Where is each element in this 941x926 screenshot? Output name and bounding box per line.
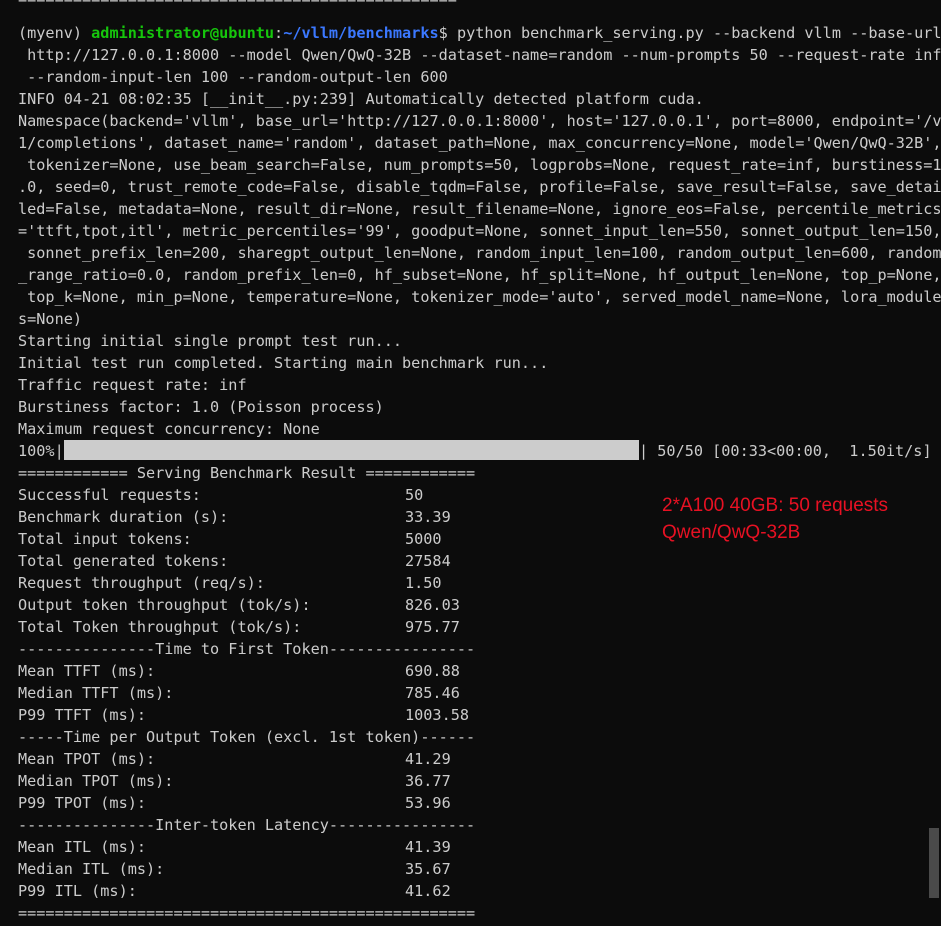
progress-percent: 100%| xyxy=(18,442,64,460)
progress-bar-fill xyxy=(64,440,639,460)
ttft-header: ---------------Time to First Token------… xyxy=(18,640,476,658)
metric-value: 975.77 xyxy=(405,618,460,636)
namespace-line: _range_ratio=0.0, random_prefix_len=0, h… xyxy=(18,266,941,284)
command-text-1: python benchmark_serving.py --backend vl… xyxy=(456,24,941,42)
metric-label: Median ITL (ms): xyxy=(18,860,165,878)
metric-row: Total generated tokens: 27584 xyxy=(18,550,451,572)
metric-row: Median TPOT (ms): 36.77 xyxy=(18,770,451,792)
itl-header: ---------------Inter-token Latency------… xyxy=(18,816,476,834)
metric-row: Mean TPOT (ms): 41.29 xyxy=(18,748,451,770)
metric-value: 41.29 xyxy=(405,750,451,768)
metric-label: Median TPOT (ms): xyxy=(18,772,174,790)
namespace-line: s=None) xyxy=(18,310,83,328)
metric-label: Total input tokens: xyxy=(18,530,192,548)
metric-value: 690.88 xyxy=(405,662,460,680)
metric-row: Total input tokens: 5000 xyxy=(18,528,442,550)
metric-row: Output token throughput (tok/s): 826.03 xyxy=(18,594,460,616)
metric-label: Successful requests: xyxy=(18,486,201,504)
metric-label: Median TTFT (ms): xyxy=(18,684,174,702)
metric-row: P99 TTFT (ms): 1003.58 xyxy=(18,704,469,726)
namespace-line: tokenizer=None, use_beam_search=False, n… xyxy=(18,156,941,174)
metric-value: 33.39 xyxy=(405,508,451,526)
metric-row: Mean ITL (ms): 41.39 xyxy=(18,836,451,858)
prompt-path: ~/vllm/benchmarks xyxy=(283,24,439,42)
metric-value: 1003.58 xyxy=(405,706,470,724)
metric-value: 1.50 xyxy=(405,574,442,592)
metric-label: Mean ITL (ms): xyxy=(18,838,147,856)
metric-value: 35.67 xyxy=(405,860,451,878)
metric-row: Mean TTFT (ms): 690.88 xyxy=(18,660,460,682)
namespace-line: 1/completions', dataset_name='random', d… xyxy=(18,134,941,152)
prompt-user-host: administrator@ubuntu xyxy=(91,24,275,42)
metric-label: Total Token throughput (tok/s): xyxy=(18,618,302,636)
metric-value: 50 xyxy=(405,486,424,504)
scrollbar-thumb[interactable] xyxy=(929,828,939,898)
metric-row: Median TTFT (ms): 785.46 xyxy=(18,682,460,704)
metric-label: P99 TPOT (ms): xyxy=(18,794,147,812)
annotation-model: Qwen/QwQ-32B xyxy=(662,522,801,543)
metric-row: P99 TPOT (ms): 53.96 xyxy=(18,792,451,814)
metric-label: P99 ITL (ms): xyxy=(18,882,137,900)
annotation-hardware: 2*A100 40GB: 50 requests xyxy=(662,495,889,516)
metric-value: 41.39 xyxy=(405,838,451,856)
metric-value: 53.96 xyxy=(405,794,451,812)
status-line: Maximum request concurrency: None xyxy=(18,420,320,438)
status-line: Starting initial single prompt test run.… xyxy=(18,332,403,350)
metric-label: Request throughput (req/s): xyxy=(18,574,265,592)
metric-label: Benchmark duration (s): xyxy=(18,508,229,526)
command-text-2: http://127.0.0.1:8000 --model Qwen/QwQ-3… xyxy=(18,46,941,64)
prompt-dollar: $ xyxy=(438,24,457,42)
status-line: Initial test run completed. Starting mai… xyxy=(18,354,549,372)
metric-label: Mean TTFT (ms): xyxy=(18,662,156,680)
namespace-line: top_k=None, min_p=None, temperature=None… xyxy=(18,288,941,306)
metric-row: Benchmark duration (s): 33.39 xyxy=(18,506,451,528)
metric-row: Median ITL (ms): 35.67 xyxy=(18,858,451,880)
namespace-line: led=False, metadata=None, result_dir=Non… xyxy=(18,200,941,218)
metric-value: 41.62 xyxy=(405,882,451,900)
metric-row: Total Token throughput (tok/s): 975.77 xyxy=(18,616,460,638)
metric-row: Request throughput (req/s): 1.50 xyxy=(18,572,442,594)
status-line: Traffic request rate: inf xyxy=(18,376,247,394)
status-line: Burstiness factor: 1.0 (Poisson process) xyxy=(18,398,384,416)
progress-suffix: | 50/50 [00:33<00:00, 1.50it/s] xyxy=(639,442,932,460)
namespace-line: ='ttft,tpot,itl', metric_percentiles='99… xyxy=(18,222,941,240)
info-line: INFO 04-21 08:02:35 [__init__.py:239] Au… xyxy=(18,90,704,108)
metric-label: P99 TTFT (ms): xyxy=(18,706,147,724)
metric-row: Successful requests: 50 xyxy=(18,484,423,506)
command-prompt-line: (myenv) administrator@ubuntu:~/vllm/benc… xyxy=(18,22,941,44)
command-text-3: --random-input-len 100 --random-output-l… xyxy=(18,68,448,86)
top-rule: ========================================… xyxy=(18,0,457,10)
metric-value: 785.46 xyxy=(405,684,460,702)
prompt-env: (myenv) xyxy=(18,24,92,42)
metric-label: Total generated tokens: xyxy=(18,552,229,570)
metric-value: 5000 xyxy=(405,530,442,548)
result-header: ============ Serving Benchmark Result ==… xyxy=(18,464,476,482)
namespace-line: .0, seed=0, trust_remote_code=False, dis… xyxy=(18,178,941,196)
tpot-header: -----Time per Output Token (excl. 1st to… xyxy=(18,728,476,746)
metric-value: 36.77 xyxy=(405,772,451,790)
metric-value: 27584 xyxy=(405,552,451,570)
namespace-line: sonnet_prefix_len=200, sharegpt_output_l… xyxy=(18,244,941,262)
metric-label: Mean TPOT (ms): xyxy=(18,750,156,768)
metric-label: Output token throughput (tok/s): xyxy=(18,596,311,614)
metric-value: 826.03 xyxy=(405,596,460,614)
prompt-colon: : xyxy=(274,24,284,42)
metric-row: P99 ITL (ms): 41.62 xyxy=(18,880,451,902)
namespace-line: Namespace(backend='vllm', base_url='http… xyxy=(18,112,941,130)
bottom-rule: ========================================… xyxy=(18,904,476,922)
